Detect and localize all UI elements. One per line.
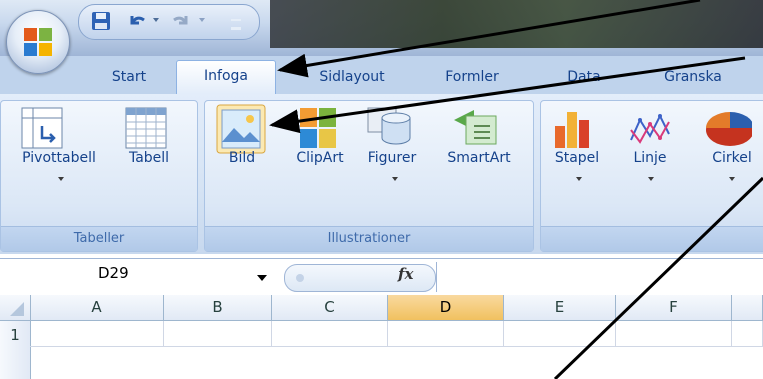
annotation-arrows (269, 0, 763, 379)
arrow-to-picture-button (269, 56, 746, 134)
annotation-line-right (553, 176, 763, 379)
arrow-to-infoga-tab (277, 0, 701, 78)
